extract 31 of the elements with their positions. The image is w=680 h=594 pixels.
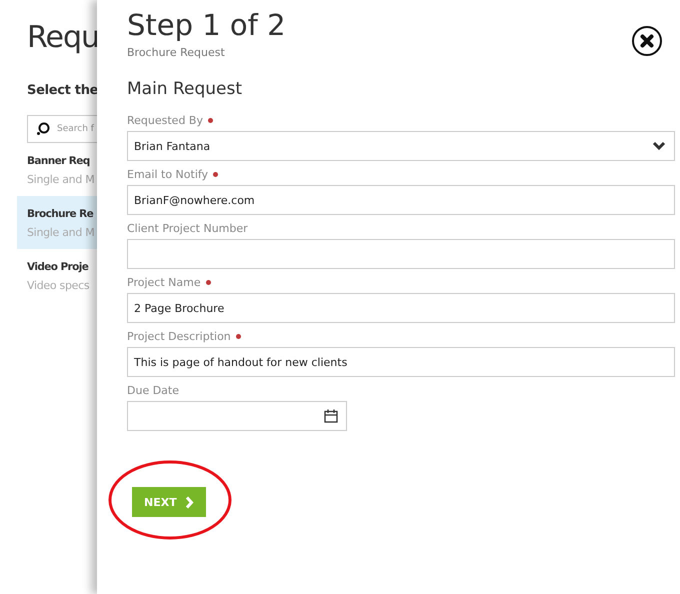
field-label: Project Description — [127, 330, 231, 342]
field-label: Email to Notify — [127, 168, 208, 180]
field-label: Due Date — [127, 384, 179, 396]
form-subtitle: Brochure Request — [127, 46, 226, 59]
chevron-right-icon — [184, 496, 194, 508]
item-description: Video specs — [27, 279, 90, 292]
request-type-item[interactable]: Brochure Re Single and M — [17, 196, 97, 249]
field-label: Project Name — [127, 276, 201, 288]
item-description: Single and M — [27, 173, 96, 186]
chevron-down-icon — [652, 141, 666, 151]
item-title: Banner Req — [27, 155, 91, 167]
request-type-item[interactable]: Banner Req Single and M — [17, 143, 97, 196]
calendar-icon — [324, 409, 338, 423]
step-title: Step 1 of 2 — [127, 8, 286, 42]
search-icon — [36, 122, 50, 136]
close-icon[interactable] — [631, 25, 663, 57]
input-field[interactable]: This is page of handout for new clients — [127, 347, 675, 377]
search-field[interactable]: Search f — [27, 115, 97, 143]
input-field[interactable]: 2 Page Brochure — [127, 293, 675, 323]
request-type-item[interactable]: Video Proje Video specs — [17, 249, 97, 302]
item-title: Video Proje — [27, 261, 90, 273]
item-description: Single and M — [27, 226, 96, 239]
field-label: Requested By — [127, 114, 203, 126]
date-field[interactable] — [127, 401, 347, 431]
input-field[interactable]: BrianF@nowhere.com — [127, 185, 675, 215]
page-title: Requ — [27, 20, 97, 55]
section-heading: Main Request — [127, 79, 244, 99]
field-label: Client Project Number — [127, 222, 248, 234]
select-field[interactable]: Brian Fantana — [127, 131, 675, 161]
item-title: Brochure Re — [27, 208, 94, 220]
input-field[interactable] — [127, 239, 675, 269]
